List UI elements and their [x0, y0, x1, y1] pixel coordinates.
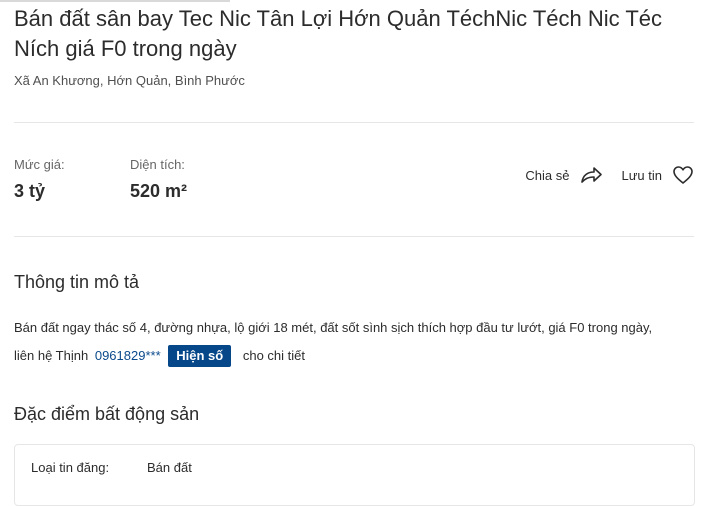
area-value: 520 m²	[130, 181, 188, 201]
description-heading: Thông tin mô tả	[14, 272, 140, 292]
heart-icon	[672, 165, 694, 185]
contact-prefix: liên hệ Thịnh	[14, 348, 89, 363]
area-label: Diện tích:	[130, 157, 185, 172]
divider	[14, 236, 694, 237]
price-value: 3 tỷ	[14, 181, 46, 201]
phone-number[interactable]: 0961829***	[95, 348, 161, 363]
contact-suffix: cho chi tiết	[242, 348, 306, 363]
share-button[interactable]: Chia sẻ	[525, 164, 603, 186]
features-heading: Đặc điểm bất động sản	[14, 404, 200, 424]
description-line: Bán đất ngay thác số 4, đường nhựa, lộ g…	[14, 320, 653, 335]
top-border	[0, 0, 230, 2]
listing-actions: Chia sẻ Lưu tin	[525, 164, 694, 186]
features-table: Loại tin đăng: Bán đất	[14, 444, 695, 506]
save-button[interactable]: Lưu tin	[621, 165, 694, 185]
listing-title: Bán đất sân bay Tec Nic Tân Lợi Hớn Quản…	[14, 6, 663, 61]
price-label: Mức giá:	[14, 157, 65, 172]
description-text: Bán đất ngay thác số 4, đường nhựa, lộ g…	[14, 314, 704, 370]
share-label: Chia sẻ	[525, 167, 570, 183]
feature-value: Bán đất	[147, 460, 192, 475]
divider	[14, 122, 694, 123]
show-phone-button[interactable]: Hiện số	[168, 345, 232, 367]
save-label: Lưu tin	[621, 167, 662, 183]
feature-key: Loại tin đăng:	[31, 460, 110, 475]
description-line: liên hệ Thịnh 0961829*** Hiện số cho chi…	[14, 342, 704, 370]
listing-address: Xã An Khương, Hớn Quản, Bình Phước	[14, 73, 245, 88]
share-arrow-icon	[579, 164, 603, 186]
